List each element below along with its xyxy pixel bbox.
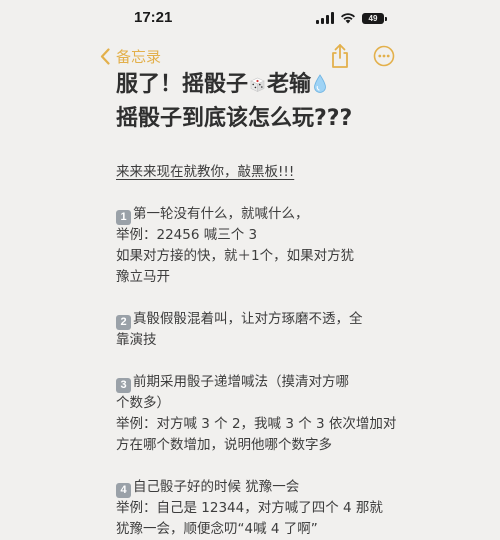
title-line2: 摇骰子到底该怎么玩??? [116, 106, 353, 131]
share-icon[interactable] [329, 43, 351, 69]
tip-3-line-1: 前期采用骰子递增喊法（摸清对方哪 [133, 374, 349, 390]
tip-1-line-3: 如果对方接的快，就＋1个，如果对方犹 [116, 248, 355, 264]
number-badge-1: 1 [116, 210, 131, 225]
tip-4-line-3: 犹豫一会，顺便念叨“4喊 4 了啊” [116, 521, 318, 537]
battery-icon: 49 [362, 12, 387, 24]
number-badge-3: 3 [116, 378, 131, 393]
number-badge-4: 4 [116, 483, 131, 498]
note-content[interactable]: 服了！摇骰子 老输 摇骰子到底该怎么玩??? 来来来现在就教你，敲黑板!!! 1… [116, 68, 396, 540]
tip-4-line-2: 举例：自己是 12344，对方喊了四个 4 那就 [116, 500, 383, 516]
cellular-signal-icon [316, 12, 334, 24]
tip-2: 2 真骰假骰混着叫，让对方琢磨不透，全 靠演技 [116, 309, 396, 351]
tip-2-line-2: 靠演技 [116, 332, 157, 348]
tip-2-line-1: 真骰假骰混着叫，让对方琢磨不透，全 [133, 311, 363, 327]
tip-4-line-1: 自己骰子好的时候 犹豫一会 [133, 479, 300, 495]
tip-3-line-2: 个数多） [116, 395, 170, 411]
note-title: 服了！摇骰子 老输 摇骰子到底该怎么玩??? [116, 68, 396, 136]
tip-1: 1 第一轮没有什么，就喊什么， 举例：22456 喊三个 3 如果对方接的快，就＋… [116, 204, 396, 288]
title-line1-b: 老输 [267, 72, 312, 97]
tip-3: 3 前期采用骰子递增喊法（摸清对方哪 个数多） 举例：对方喊 3 个 2，我喊 3… [116, 372, 396, 456]
dice-icon [250, 77, 265, 92]
wifi-icon [341, 13, 355, 24]
status-icons: 49 [316, 11, 387, 25]
more-icon[interactable] [373, 45, 395, 67]
tip-4: 4 自己骰子好的时候 犹豫一会 举例：自己是 12344，对方喊了四个 4 那就 … [116, 477, 396, 540]
note-intro: 来来来现在就教你，敲黑板!!! [116, 164, 295, 180]
back-chevron-icon [100, 47, 110, 65]
note-body: 来来来现在就教你，敲黑板!!! 1 第一轮没有什么，就喊什么， 举例：22456 … [116, 162, 396, 540]
tip-1-line-4: 豫立马开 [116, 269, 170, 285]
back-label: 备忘录 [116, 47, 162, 66]
status-time: 17:21 [134, 9, 173, 26]
tip-1-line-1: 第一轮没有什么，就喊什么， [133, 206, 309, 222]
tip-3-line-3: 举例：对方喊 3 个 2，我喊 3 个 3 依次增加对 [116, 416, 397, 432]
back-button[interactable]: 备忘录 [100, 44, 161, 68]
droplet-icon [314, 74, 326, 93]
tip-1-line-2: 举例：22456 喊三个 3 [116, 227, 258, 243]
number-badge-2: 2 [116, 315, 131, 330]
title-line1-a: 服了！摇骰子 [116, 72, 249, 97]
status-bar: 17:21 49 [0, 0, 500, 36]
tip-3-line-4: 方在哪个数增加，说明他哪个数字多 [116, 437, 332, 453]
